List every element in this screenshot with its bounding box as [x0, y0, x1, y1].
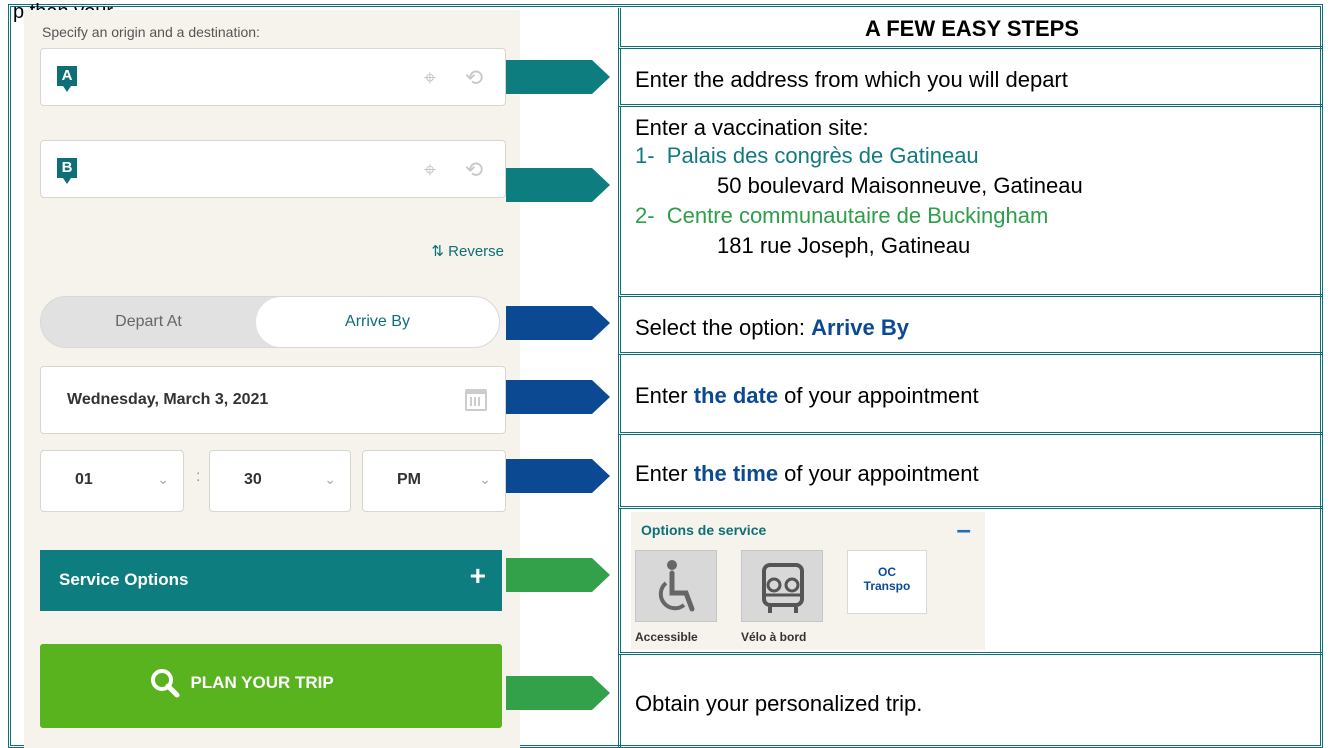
- minus-icon[interactable]: –: [957, 514, 971, 545]
- oc-transpo-label: OC Transpo: [848, 565, 926, 593]
- minute-value: 30: [244, 471, 262, 488]
- oc-transpo-option[interactable]: OC Transpo: [847, 550, 927, 614]
- step-5-suffix: of your appointment: [778, 461, 979, 486]
- step-3-text: Select the option: Arrive By: [635, 315, 909, 341]
- hour-select[interactable]: 01 ⌄: [40, 450, 184, 512]
- steps-header-cell: A FEW EASY STEPS: [618, 8, 1323, 49]
- step-2-intro: Enter a vaccination site:: [635, 115, 869, 140]
- accessible-caption: Accessible: [635, 630, 698, 644]
- history-icon[interactable]: ⟲: [461, 65, 487, 91]
- arrow-step-4: [506, 380, 610, 414]
- steps-header: A FEW EASY STEPS: [865, 16, 1079, 41]
- step-4-cell: Enter the date of your appointment: [618, 355, 1323, 435]
- date-field[interactable]: Wednesday, March 3, 2021: [40, 366, 506, 434]
- oc-line-1: OC: [878, 565, 896, 579]
- site-2-address: 181 rue Joseph, Gatineau: [717, 233, 971, 258]
- site-2-number: 2-: [635, 203, 655, 228]
- date-value: Wednesday, March 3, 2021: [67, 391, 269, 408]
- locate-icon[interactable]: ⌖: [417, 157, 443, 183]
- step-1-text: Enter the address from which you will de…: [635, 67, 1068, 92]
- history-icon[interactable]: ⟲: [461, 157, 487, 183]
- depart-arrive-toggle[interactable]: Depart At Arrive By: [40, 296, 500, 348]
- step-7-text: Obtain your personalized trip.: [635, 691, 923, 716]
- origin-destination-label: Specify an origin and a destination:: [42, 24, 260, 40]
- calendar-icon[interactable]: [465, 389, 487, 411]
- ampm-value: PM: [397, 471, 421, 488]
- arrow-step-5: [506, 459, 610, 493]
- step-5-cell: Enter the time of your appointment: [618, 435, 1323, 509]
- accessible-option[interactable]: [635, 550, 717, 622]
- bus-bike-icon: [762, 563, 804, 613]
- time-separator: :: [196, 468, 201, 485]
- step-3-emphasis: Arrive By: [811, 315, 909, 340]
- destination-field[interactable]: B ⌖ ⟲: [40, 140, 506, 198]
- reverse-button[interactable]: ⇅ Reverse: [431, 242, 504, 260]
- chevron-down-icon: ⌄: [157, 471, 169, 487]
- minute-select[interactable]: 30 ⌄: [209, 450, 351, 512]
- wheelchair-icon: [658, 560, 695, 612]
- step-4-emphasis: the date: [693, 383, 779, 408]
- locate-icon[interactable]: ⌖: [417, 65, 443, 91]
- step-5-prefix: Enter: [635, 461, 694, 486]
- step-2-cell: Enter a vaccination site: 1- Palais des …: [618, 107, 1323, 297]
- site-1-address: 50 boulevard Maisonneuve, Gatineau: [717, 173, 1083, 198]
- origin-field[interactable]: A ⌖ ⟲: [40, 48, 506, 106]
- chevron-down-icon: ⌄: [479, 471, 491, 487]
- ampm-select[interactable]: PM ⌄: [362, 450, 506, 512]
- step-4-suffix: of your appointment: [778, 383, 979, 408]
- site-1-number: 1-: [635, 143, 655, 168]
- step-3-cell: Select the option: Arrive By: [618, 297, 1323, 355]
- arrow-step-6: [506, 558, 610, 592]
- origin-pin-icon: A: [57, 66, 77, 92]
- arrow-step-7: [506, 676, 610, 710]
- step-5-emphasis: the time: [693, 461, 779, 486]
- hour-value: 01: [75, 471, 93, 488]
- depart-at-option[interactable]: Depart At: [41, 297, 256, 347]
- chevron-down-icon: ⌄: [324, 471, 336, 487]
- bike-on-board-option[interactable]: [741, 550, 823, 622]
- arrow-step-2: [506, 168, 610, 202]
- options-title: Options de service: [641, 522, 767, 538]
- step-4-text: Enter the date of your appointment: [635, 383, 979, 409]
- plan-your-trip-button[interactable]: PLAN YOUR TRIP: [40, 644, 502, 728]
- destination-pin-icon: B: [57, 158, 77, 184]
- step-4-prefix: Enter: [635, 383, 694, 408]
- site-1-name: Palais des congrès de Gatineau: [666, 143, 979, 168]
- step-3-prefix: Select the option:: [635, 315, 812, 340]
- velo-caption: Vélo à bord: [741, 630, 807, 644]
- plan-your-trip-label: PLAN YOUR TRIP: [190, 673, 334, 692]
- arrow-step-3: [506, 306, 610, 340]
- trip-planner-panel: Specify an origin and a destination: A ⌖…: [24, 10, 520, 748]
- site-2-line: 2- Centre communautaire de Buckingham: [635, 203, 1048, 229]
- site-2-name: Centre communautaire de Buckingham: [666, 203, 1049, 228]
- search-icon: [151, 669, 180, 698]
- oc-line-2: Transpo: [863, 579, 911, 593]
- plus-icon: +: [469, 560, 486, 591]
- arrive-by-option[interactable]: Arrive By: [256, 297, 499, 347]
- arrow-step-1: [506, 60, 610, 94]
- step-1-cell: Enter the address from which you will de…: [618, 49, 1323, 107]
- service-options-button[interactable]: Service Options +: [40, 550, 502, 611]
- service-options-label: Service Options: [59, 570, 189, 589]
- service-options-panel: Options de service – OC Transpo Accessib…: [631, 512, 985, 650]
- site-1-line: 1- Palais des congrès de Gatineau: [635, 143, 979, 169]
- reverse-label: Reverse: [448, 243, 504, 260]
- step-7-cell: Obtain your personalized trip.: [618, 655, 1323, 748]
- swap-icon: ⇅: [431, 243, 444, 260]
- step-5-text: Enter the time of your appointment: [635, 461, 979, 487]
